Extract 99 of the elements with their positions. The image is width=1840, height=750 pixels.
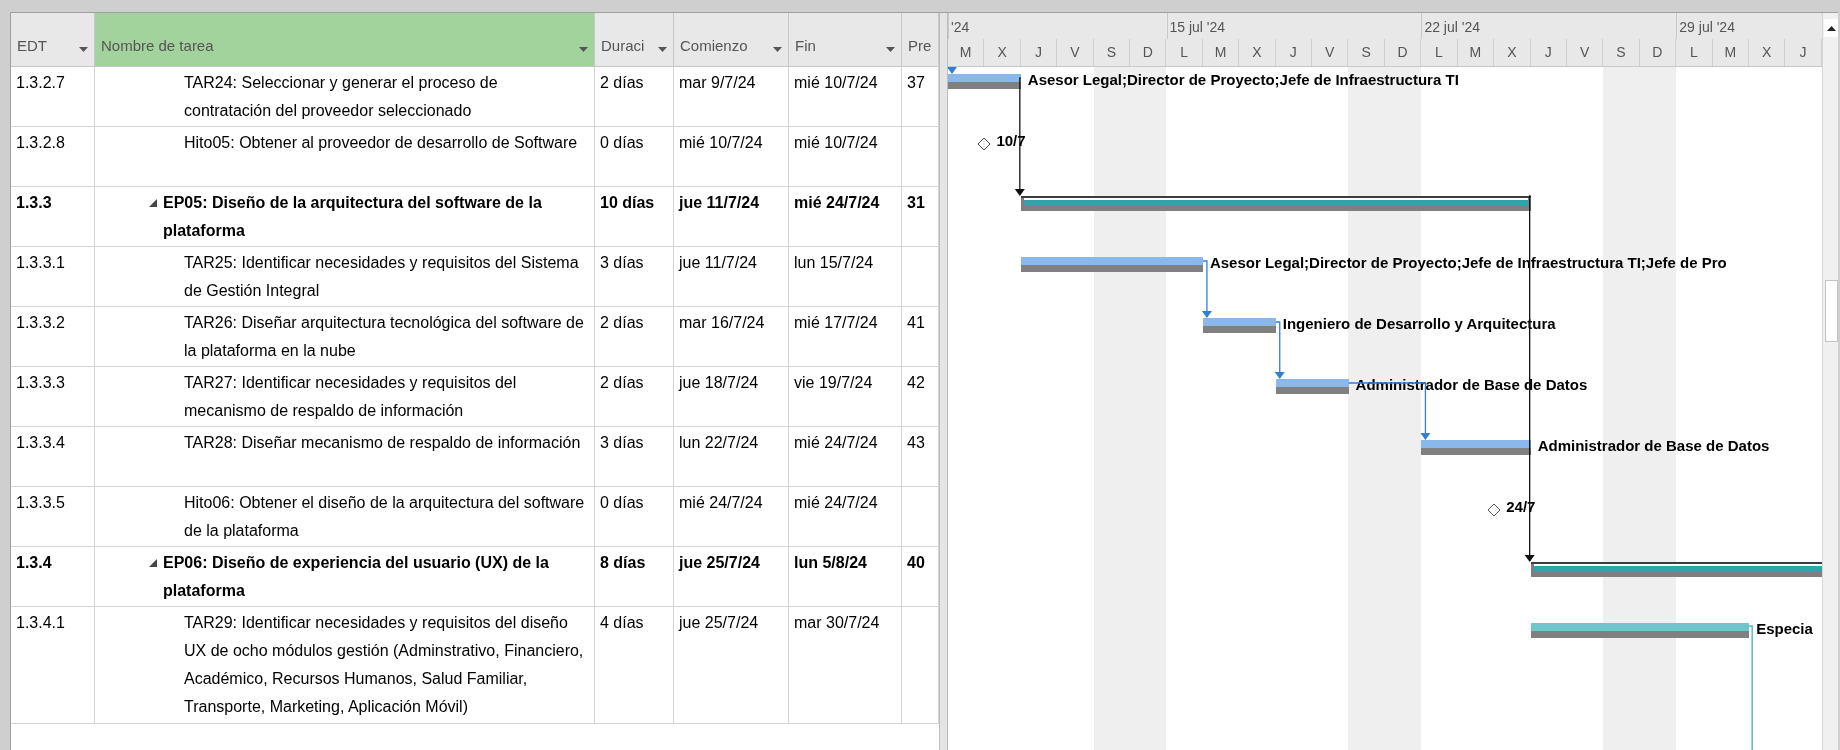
collapse-icon[interactable]	[149, 199, 157, 207]
wbs-cell: 1.3.3.1	[11, 247, 95, 306]
duration-cell: 2 días	[595, 307, 674, 366]
finish-cell: mié 24/7/24	[789, 427, 902, 486]
finish-cell: mar 30/7/24	[789, 607, 902, 723]
scrollbar-thumb[interactable]	[1824, 280, 1838, 342]
start-cell: jue 18/7/24	[674, 367, 789, 426]
caret-icon	[886, 47, 895, 52]
task-name: TAR25: Identificar necesidades y requisitos del Sistema de Gestión Integral	[184, 253, 580, 301]
week-label: 15 jul '24	[1169, 19, 1226, 35]
task-name: Hito06: Obtener el diseño de la arquitectura del software de la plataforma	[184, 493, 586, 541]
day-label: X	[1748, 38, 1786, 66]
week-label: '24	[951, 19, 970, 35]
duration-cell: 2 días	[595, 67, 674, 126]
duration-cell: 3 días	[595, 427, 674, 486]
task-name: TAR28: Diseñar mecanismo de respaldo de información	[184, 433, 581, 453]
start-cell: mar 16/7/24	[674, 307, 789, 366]
resource-label: Asesor Legal;Director de Proyecto;Jefe de Infraestructura TI	[1027, 70, 1459, 90]
wbs-cell: 1.3.4	[11, 547, 95, 606]
day-label: L	[1421, 38, 1458, 66]
caret-icon	[579, 47, 588, 52]
wbs-cell: 1.3.2.8	[11, 127, 95, 186]
caret-icon	[773, 47, 782, 52]
day-label: V	[1057, 38, 1094, 66]
start-cell: mié 24/7/24	[674, 487, 789, 546]
day-label: X	[1239, 38, 1276, 66]
finish-cell: lun 5/8/24	[789, 547, 902, 606]
wbs-cell: 1.3.3.2	[11, 307, 95, 366]
task-name: Hito05: Obtener al proveedor de desarrollo de Software	[184, 133, 578, 153]
finish-cell: mié 17/7/24	[789, 307, 902, 366]
day-label: M	[1202, 38, 1240, 66]
duration-cell: 3 días	[595, 247, 674, 306]
day-label: S	[1603, 38, 1640, 66]
column-header[interactable]: Pre	[902, 13, 939, 67]
day-label: J	[1785, 38, 1822, 66]
task-name: TAR27: Identificar necesidades y requisitos del mecanismo de respaldo de información	[184, 373, 518, 421]
milestone-icon	[977, 137, 992, 151]
column-header[interactable]: Fin	[789, 13, 902, 67]
day-label: X	[1494, 38, 1531, 66]
resource-label: Administrador de Base de Datos	[1537, 436, 1770, 456]
day-label: J	[1275, 38, 1313, 66]
start-cell: mié 10/7/24	[674, 127, 789, 186]
day-label: M	[1457, 38, 1495, 66]
finish-cell: mié 24/7/24	[789, 487, 902, 546]
start-cell: lun 22/7/24	[674, 427, 789, 486]
week-label: 29 jul '24	[1679, 19, 1735, 35]
start-cell: mar 9/7/24	[674, 67, 789, 126]
day-label: J	[1020, 38, 1058, 66]
day-label: V	[1312, 38, 1349, 66]
duration-cell: 8 días	[595, 547, 674, 606]
column-header[interactable]: Duraci	[595, 13, 674, 67]
finish-cell: mié 10/7/24	[789, 127, 902, 186]
task-name: EP05: Diseño de la arquitectura del software de la plataforma	[163, 193, 543, 241]
start-cell: jue 25/7/24	[674, 547, 789, 606]
task-name: EP06: Diseño de experiencia del usuario (UX) de la plataforma	[163, 553, 550, 601]
task-name: TAR24: Seleccionar y generar el proceso de contratación del proveedor seleccionado	[184, 73, 499, 121]
scroll-up-button[interactable]	[1823, 19, 1838, 37]
milestone-icon	[1487, 503, 1502, 517]
day-label: D	[1639, 38, 1677, 66]
day-label: D	[1130, 38, 1167, 66]
week-label: 22 jul '24	[1424, 19, 1480, 35]
column-header[interactable]: Comienzo	[674, 13, 789, 67]
wbs-cell: 1.3.3	[11, 187, 95, 246]
day-label: V	[1566, 38, 1604, 66]
day-label: M	[1712, 38, 1749, 66]
caret-icon	[79, 47, 88, 52]
duration-cell: 2 días	[595, 367, 674, 426]
day-label: L	[1166, 38, 1203, 66]
duration-cell: 0 días	[595, 127, 674, 186]
column-header[interactable]: Nombre de tarea	[95, 13, 595, 67]
start-cell: jue 11/7/24	[674, 247, 789, 306]
day-label: S	[1348, 38, 1385, 66]
wbs-cell: 1.3.3.3	[11, 367, 95, 426]
day-label: L	[1676, 38, 1713, 66]
day-label: X	[984, 38, 1021, 66]
finish-cell: vie 19/7/24	[789, 367, 902, 426]
finish-cell: mié 10/7/24	[789, 67, 902, 126]
start-cell: jue 11/7/24	[674, 187, 789, 246]
task-name: TAR26: Diseñar arquitectura tecnológica del software de la plataforma en la nube	[184, 313, 585, 361]
duration-cell: 4 días	[595, 607, 674, 723]
finish-cell: mié 24/7/24	[789, 187, 902, 246]
task-name: TAR29: Identificar necesidades y requisitos del diseño UX de ocho módulos gestión (Adminstrativo, Financiero, Académico, Recursos Humanos, Salud Familiar, Transporte, Marketing, Aplicación Móvil)	[184, 613, 585, 717]
day-label: M	[948, 38, 985, 66]
column-header[interactable]: EDT	[11, 13, 95, 67]
wbs-cell: 1.3.2.7	[11, 67, 95, 126]
duration-cell: 10 días	[595, 187, 674, 246]
up-arrow-icon	[1826, 25, 1836, 31]
wbs-cell: 1.3.4.1	[11, 607, 95, 723]
wbs-cell: 1.3.3.4	[11, 427, 95, 486]
resource-label: Especia	[1756, 619, 1813, 639]
start-cell: jue 25/7/24	[674, 607, 789, 723]
day-label: J	[1530, 38, 1567, 66]
day-label: D	[1384, 38, 1422, 66]
duration-cell: 0 días	[595, 487, 674, 546]
caret-icon	[658, 47, 667, 52]
wbs-cell: 1.3.3.5	[11, 487, 95, 546]
day-label: S	[1093, 38, 1131, 66]
finish-cell: lun 15/7/24	[789, 247, 902, 306]
collapse-icon[interactable]	[149, 559, 157, 567]
